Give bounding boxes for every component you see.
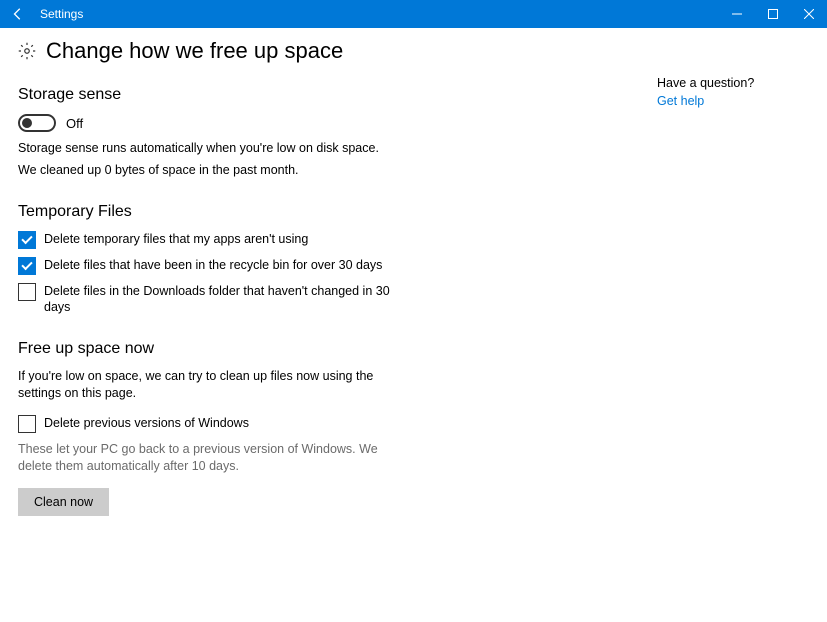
clean-now-button[interactable]: Clean now	[18, 488, 109, 516]
storage-sense-desc-2: We cleaned up 0 bytes of space in the pa…	[18, 162, 538, 180]
storage-sense-heading: Storage sense	[18, 86, 538, 104]
minimize-button[interactable]	[719, 0, 755, 28]
temp-files-checkbox-2[interactable]: Delete files that have been in the recyc…	[18, 257, 398, 275]
temporary-files-heading: Temporary Files	[18, 203, 538, 221]
main-panel: Change how we free up space Storage sens…	[18, 38, 538, 540]
side-panel: Have a question? Get help	[657, 38, 807, 540]
titlebar: Settings	[0, 0, 827, 28]
temp-files-checkbox-3[interactable]: Delete files in the Downloads folder tha…	[18, 283, 398, 316]
get-help-link[interactable]: Get help	[657, 94, 807, 108]
gear-icon	[18, 42, 36, 63]
free-up-heading: Free up space now	[18, 340, 538, 358]
checkbox-label: Delete previous versions of Windows	[44, 415, 249, 431]
checkbox-label: Delete temporary files that my apps aren…	[44, 231, 308, 247]
maximize-button[interactable]	[755, 0, 791, 28]
checkbox-icon	[18, 415, 36, 433]
checkbox-label: Delete files that have been in the recyc…	[44, 257, 382, 273]
checkbox-icon	[18, 231, 36, 249]
checkbox-icon	[18, 257, 36, 275]
checkbox-icon	[18, 283, 36, 301]
close-button[interactable]	[791, 0, 827, 28]
temporary-files-section: Temporary Files Delete temporary files t…	[18, 203, 538, 316]
storage-sense-desc-1: Storage sense runs automatically when yo…	[18, 140, 538, 158]
temp-files-checkbox-1[interactable]: Delete temporary files that my apps aren…	[18, 231, 398, 249]
checkbox-label: Delete files in the Downloads folder tha…	[44, 283, 398, 316]
window-controls	[719, 0, 827, 28]
page-title: Change how we free up space	[46, 38, 343, 64]
prev-versions-checkbox[interactable]: Delete previous versions of Windows	[18, 415, 398, 433]
storage-sense-toggle-label: Off	[66, 116, 83, 131]
window-title: Settings	[40, 7, 83, 21]
free-up-space-section: Free up space now If you're low on space…	[18, 340, 538, 516]
free-up-desc: If you're low on space, we can try to cl…	[18, 368, 378, 403]
storage-sense-toggle[interactable]	[18, 114, 56, 132]
have-question-label: Have a question?	[657, 76, 807, 90]
back-button[interactable]	[0, 0, 36, 28]
prev-versions-note: These let your PC go back to a previous …	[18, 441, 398, 476]
storage-sense-section: Storage sense Off Storage sense runs aut…	[18, 86, 538, 179]
